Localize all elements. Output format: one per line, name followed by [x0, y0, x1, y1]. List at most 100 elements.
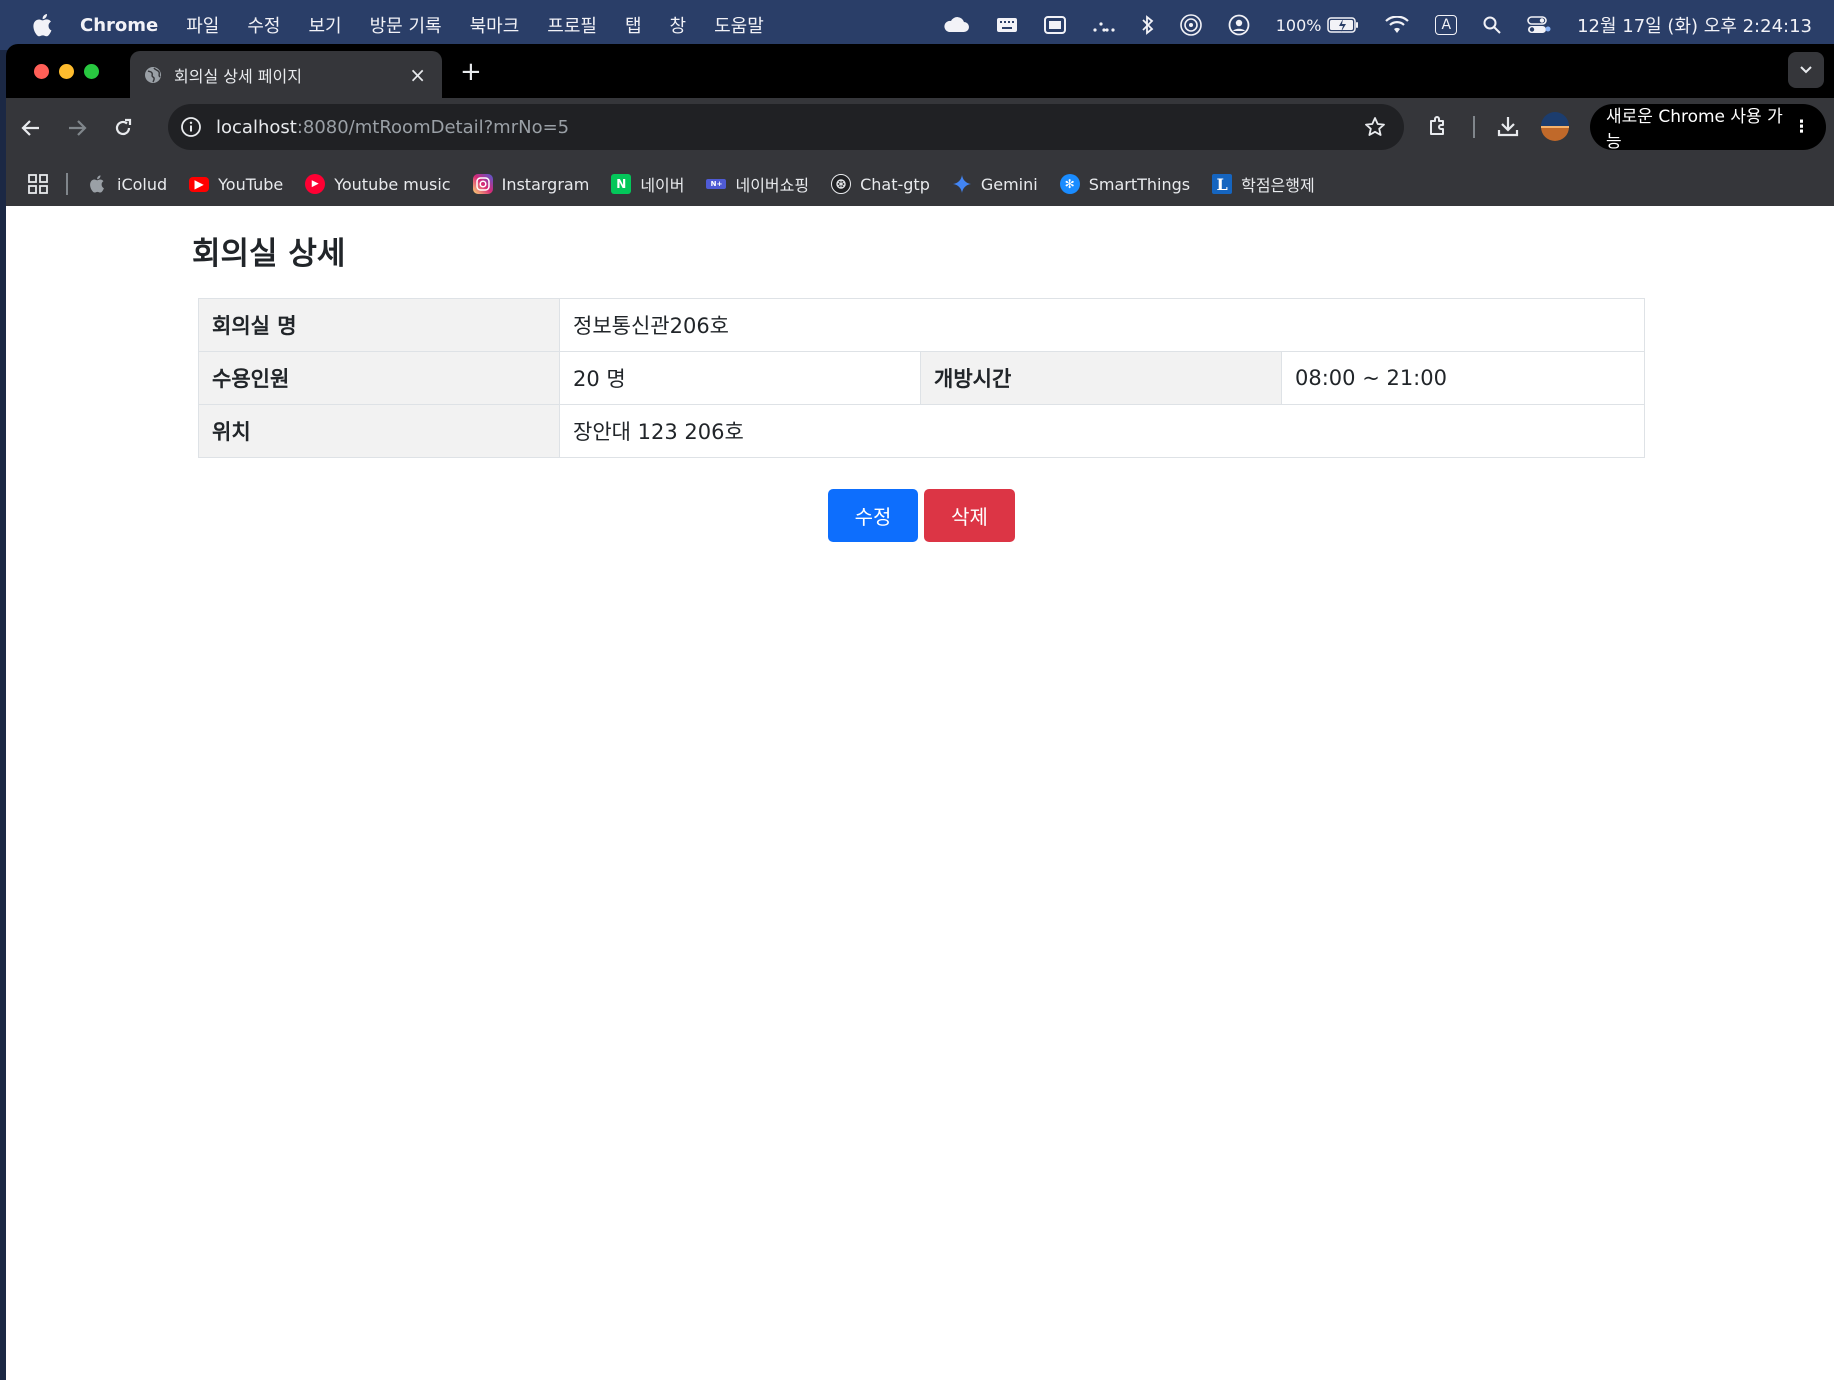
- bookmark-gemini[interactable]: Gemini: [952, 174, 1038, 194]
- menu-tab[interactable]: 탭: [625, 12, 642, 38]
- bookmark-chatgpt[interactable]: Chat-gtp: [831, 174, 930, 194]
- input-source-label: A: [1435, 15, 1458, 35]
- control-center-icon[interactable]: [1527, 15, 1551, 35]
- battery-icon[interactable]: [1327, 17, 1359, 33]
- screen-mirroring-icon[interactable]: [1043, 16, 1066, 34]
- apple-logo-icon[interactable]: [32, 13, 54, 37]
- hours-label: 개방시간: [920, 351, 1282, 405]
- chrome-update-button[interactable]: 새로운 Chrome 사용 가능 ⋮: [1590, 104, 1826, 152]
- macos-menu-bar: Chrome 파일 수정 보기 방문 기록 북마크 프로필 탭 창 도움말 10…: [0, 0, 1834, 50]
- more-menu-icon[interactable]: ⋮: [1793, 117, 1810, 137]
- bookmark-label: iColud: [117, 174, 168, 194]
- arrow-right-icon: [69, 120, 87, 136]
- room-name-value: 정보통신관206호: [559, 298, 1645, 352]
- menubar-clock[interactable]: 12월 17일 (화) 오후 2:24:13: [1577, 12, 1812, 38]
- bookmark-icloud[interactable]: iColud: [88, 174, 167, 194]
- table-row: 회의실 명 정보통신관206호: [198, 298, 1645, 352]
- user-account-icon[interactable]: [1228, 14, 1250, 36]
- bookmark-instagram[interactable]: Instargram: [472, 174, 590, 194]
- minimize-window-button[interactable]: [59, 63, 74, 79]
- status-area: 100% A 12월 17일 (화) 오후 2:24:13: [916, 12, 1834, 38]
- window-controls: [34, 63, 99, 79]
- update-label: 새로운 Chrome 사용 가능: [1606, 107, 1783, 152]
- bookmark-naver-shopping[interactable]: N+ 네이버쇼핑: [706, 172, 809, 196]
- back-button[interactable]: [8, 119, 54, 137]
- capacity-label: 수용인원: [198, 351, 560, 405]
- spotlight-search-icon[interactable]: [1483, 16, 1501, 34]
- bookmark-youtube-music[interactable]: ▶ Youtube music: [305, 174, 451, 194]
- input-source-icon[interactable]: A: [1435, 15, 1458, 35]
- menu-edit[interactable]: 수정: [247, 12, 280, 38]
- tab-search-button[interactable]: [1788, 52, 1824, 88]
- bookmark-star-icon[interactable]: [1364, 116, 1386, 138]
- bookmark-label: 네이버쇼핑: [735, 176, 810, 195]
- menu-window[interactable]: 창: [670, 12, 687, 38]
- page-title: 회의실 상세: [192, 236, 346, 272]
- chatgpt-icon: [831, 174, 852, 194]
- close-tab-icon[interactable]: ×: [409, 63, 426, 87]
- bookmark-label: 네이버: [640, 176, 685, 195]
- forward-button[interactable]: [54, 119, 100, 137]
- naver-icon: N: [611, 174, 632, 194]
- table-row: 위치 장안대 123 206호: [198, 404, 1645, 458]
- url-text[interactable]: localhost:8080/mtRoomDetail?mrNo=5: [216, 117, 569, 138]
- reload-icon: [115, 118, 132, 136]
- menu-history[interactable]: 방문 기록: [370, 12, 442, 38]
- profile-avatar-icon[interactable]: [1540, 111, 1570, 145]
- toolbar-divider: [1473, 116, 1475, 138]
- bookmark-smartthings[interactable]: ✻ SmartThings: [1059, 174, 1191, 194]
- location-value: 장안대 123 206호: [559, 404, 1645, 458]
- edit-button[interactable]: 수정: [828, 489, 918, 542]
- keyboard-icon[interactable]: [996, 17, 1018, 33]
- menu-profile[interactable]: 프로필: [547, 12, 597, 38]
- bookmark-naver[interactable]: N 네이버: [611, 172, 684, 196]
- zoom-window-button[interactable]: [84, 63, 99, 79]
- arrow-left-icon: [21, 120, 39, 136]
- instagram-icon: [472, 174, 493, 194]
- bookmark-credit-bank[interactable]: L 학점은행제: [1212, 172, 1315, 196]
- bookmark-label: Youtube music: [334, 174, 451, 194]
- address-bar[interactable]: localhost:8080/mtRoomDetail?mrNo=5: [168, 104, 1404, 150]
- downloads-icon[interactable]: [1496, 114, 1520, 142]
- url-path: :8080/mtRoomDetail?mrNo=5: [296, 116, 570, 138]
- globe-icon: [145, 66, 161, 83]
- battery-percent[interactable]: 100%: [1276, 16, 1322, 35]
- delete-button[interactable]: 삭제: [924, 489, 1015, 542]
- youtube-icon: ▶: [189, 176, 210, 192]
- menu-bookmarks[interactable]: 북마크: [470, 12, 520, 38]
- airdrop-icon[interactable]: [1179, 14, 1202, 36]
- action-buttons: 수정 삭제: [828, 489, 1015, 542]
- wifi-icon[interactable]: [1385, 16, 1410, 34]
- bookmark-label: Instargram: [501, 174, 590, 194]
- naver-shopping-icon: N+: [706, 179, 727, 189]
- tab-active[interactable]: 회의실 상세 페이지 ×: [130, 51, 442, 98]
- bookmarks-bar: iColud ▶ YouTube ▶ Youtube music Instarg…: [6, 158, 1834, 210]
- menu-app-chrome[interactable]: Chrome: [80, 15, 158, 36]
- menu-file[interactable]: 파일: [186, 12, 219, 38]
- apps-grid-icon[interactable]: [28, 174, 48, 194]
- tab-title: 회의실 상세 페이지: [174, 66, 302, 86]
- bookmark-label: SmartThings: [1088, 174, 1191, 194]
- menu-view[interactable]: 보기: [308, 12, 341, 38]
- close-window-button[interactable]: [34, 63, 49, 79]
- bookmark-youtube[interactable]: ▶ YouTube: [189, 175, 283, 194]
- room-name-label: 회의실 명: [198, 298, 560, 352]
- bookmark-label: YouTube: [218, 174, 284, 194]
- chevron-down-icon: [1800, 66, 1812, 74]
- browser-toolbar: localhost:8080/mtRoomDetail?mrNo=5 새로운 C…: [6, 98, 1834, 158]
- bookmarks-divider: [66, 173, 68, 195]
- bluetooth-icon[interactable]: [1142, 15, 1154, 35]
- site-info-icon[interactable]: [180, 116, 202, 138]
- gemini-icon: [952, 175, 971, 193]
- reload-button[interactable]: [100, 118, 146, 138]
- menu-help[interactable]: 도움말: [714, 12, 764, 38]
- icloud-icon[interactable]: [942, 17, 970, 33]
- new-tab-button[interactable]: +: [460, 57, 482, 87]
- room-detail-table: 회의실 명 정보통신관206호 수용인원 20 명 개방시간 08:00 ~ 2…: [198, 298, 1645, 458]
- hours-value: 08:00 ~ 21:00: [1281, 351, 1645, 405]
- extensions-icon[interactable]: [1426, 114, 1450, 142]
- l-icon: L: [1212, 174, 1233, 194]
- apple-icon: [90, 175, 104, 193]
- smartthings-icon: ✻: [1059, 174, 1080, 194]
- dots-icon[interactable]: [1092, 17, 1116, 33]
